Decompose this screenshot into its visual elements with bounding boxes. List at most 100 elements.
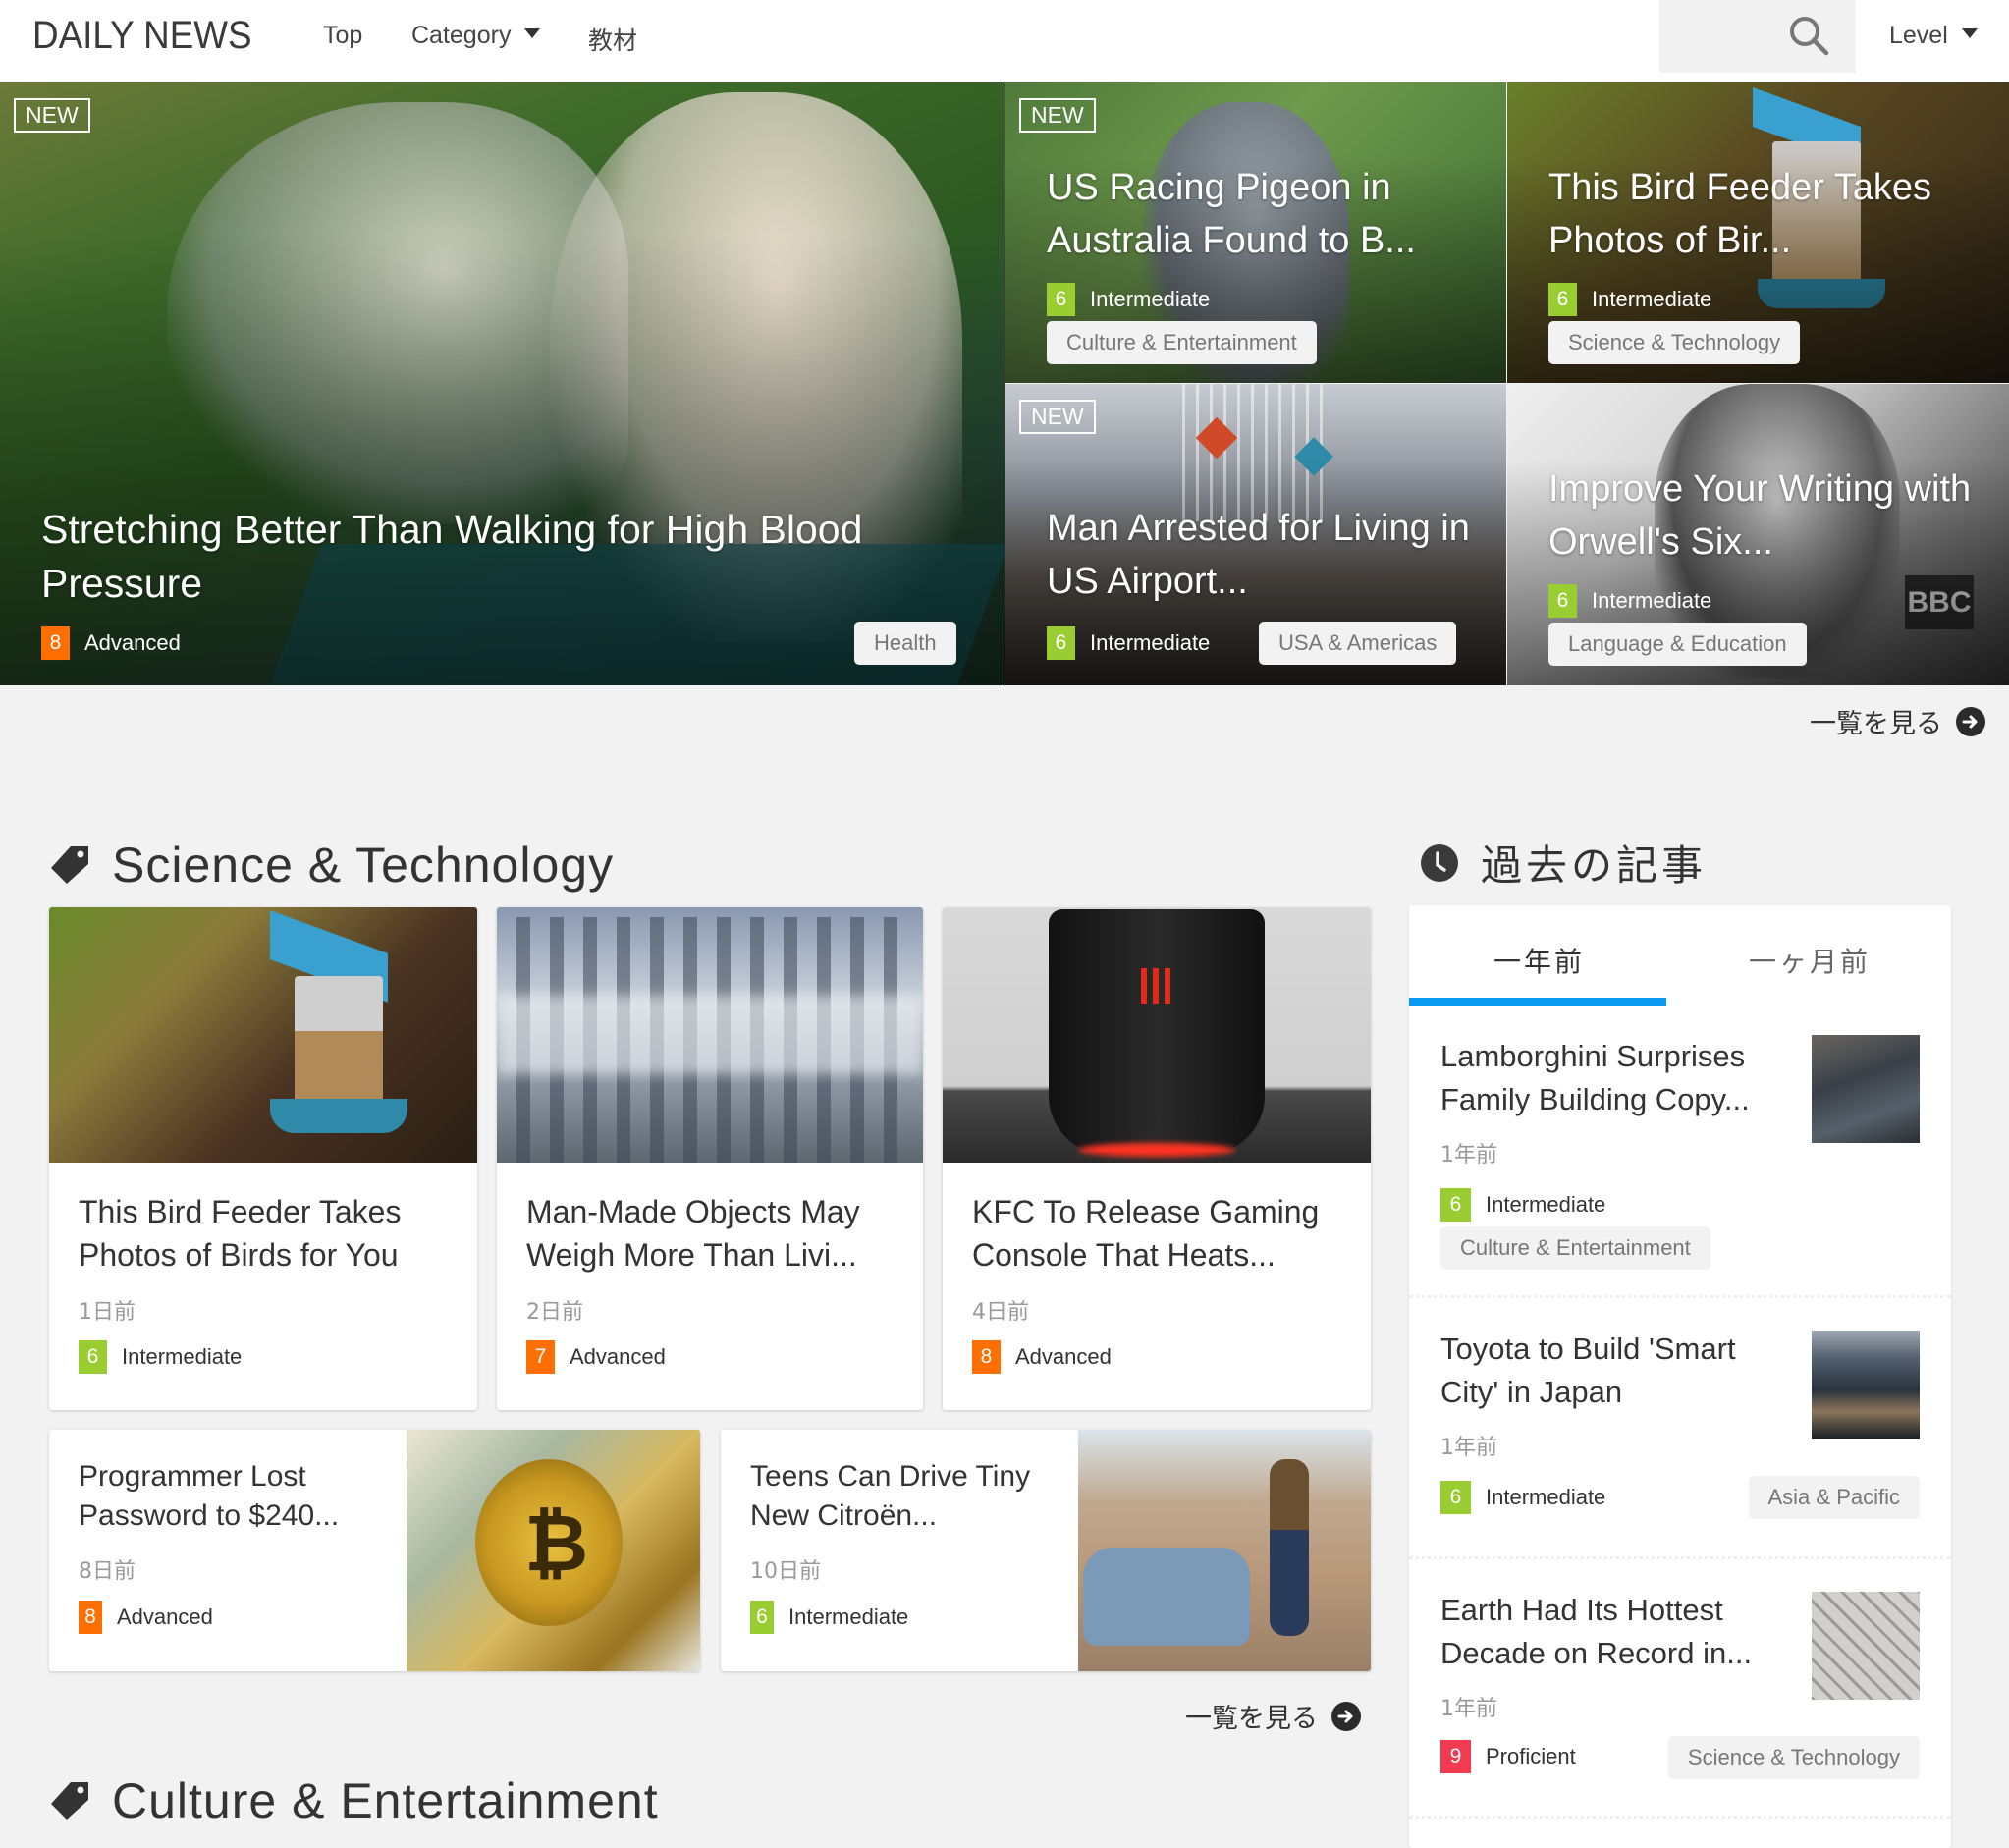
hero-tile-article[interactable]: NEW Man Arrested for Living in US Airpor… (1005, 384, 1506, 685)
article-date: 4日前 (972, 1300, 1029, 1325)
tile-title[interactable]: This Bird Feeder Takes Photos of Bir... (1548, 161, 1990, 267)
article-title[interactable]: Programmer Lost Password to $240... (79, 1457, 373, 1536)
level-indicator: 6 Intermediate (79, 1340, 242, 1374)
level-number: 6 (1440, 1481, 1471, 1514)
article-date: 8日前 (79, 1559, 136, 1584)
article-thumbnail (497, 907, 923, 1163)
past-article-thumbnail (1812, 1592, 1920, 1700)
article-thumbnail: ₿ (407, 1430, 700, 1671)
level-number: 6 (1047, 626, 1075, 660)
new-badge: NEW (1019, 400, 1096, 434)
tab-one-year-ago[interactable]: 一年前 (1493, 941, 1585, 980)
level-indicator: 6 Intermediate (1047, 626, 1210, 660)
level-label: Advanced (84, 630, 181, 655)
category-chip[interactable]: Culture & Entertainment (1440, 1226, 1710, 1270)
tile-title[interactable]: Improve Your Writing with Orwell's Six..… (1548, 462, 2000, 569)
past-article-item[interactable]: Lamborghini Surprises Family Building Co… (1409, 1006, 1951, 1298)
level-label: Intermediate (1592, 588, 1712, 613)
level-number: 7 (526, 1340, 555, 1374)
past-article-title[interactable]: Earth Had Its Hottest Decade on Record i… (1440, 1589, 1794, 1675)
section-heading-label: Culture & Entertainment (112, 1773, 659, 1828)
level-indicator: 9 Proficient (1440, 1740, 1576, 1773)
level-label: Proficient (1486, 1744, 1576, 1768)
article-thumbnail (49, 907, 477, 1163)
level-indicator: 7 Advanced (526, 1340, 666, 1374)
past-article-item[interactable]: Earth Had Its Hottest Decade on Record i… (1409, 1559, 1951, 1819)
article-card-wide[interactable]: Teens Can Drive Tiny New Citroën... 10日前… (721, 1430, 1371, 1671)
tile-title[interactable]: US Racing Pigeon in Australia Found to B… (1047, 161, 1489, 267)
hero-view-all-link[interactable]: 一覧を見る (1810, 702, 1985, 740)
level-number: 8 (972, 1340, 1001, 1374)
tile-title[interactable]: Man Arrested for Living in US Airport... (1047, 502, 1479, 608)
section-heading-science: Science & Technology (49, 837, 614, 894)
article-title[interactable]: This Bird Feeder Takes Photos of Birds f… (79, 1190, 452, 1277)
nav-category-label: Category (411, 22, 512, 49)
hero-main-article[interactable]: NEW Stretching Better Than Walking for H… (0, 82, 1004, 685)
level-label: Intermediate (1090, 287, 1211, 311)
level-indicator: 6 Intermediate (1548, 283, 1711, 316)
level-number: 6 (1440, 1188, 1471, 1222)
level-label: Advanced (570, 1344, 666, 1369)
past-articles-panel: 一年前 一ヶ月前 Lamborghini Surprises Family Bu… (1409, 905, 1951, 1848)
past-article-date: 1年前 (1440, 1143, 1497, 1168)
arrow-right-icon (1331, 1701, 1361, 1731)
thumbnail-detail (1141, 968, 1170, 1004)
hero-tile-article[interactable]: BBC Improve Your Writing with Orwell's S… (1507, 384, 2009, 685)
past-article-date: 1年前 (1440, 1436, 1497, 1460)
article-card[interactable]: Man-Made Objects May Weigh More Than Liv… (497, 907, 923, 1410)
level-label: Intermediate (788, 1604, 909, 1629)
level-number: 6 (750, 1601, 774, 1634)
hero-main-title[interactable]: Stretching Better Than Walking for High … (41, 503, 964, 610)
search-icon[interactable] (1787, 14, 1830, 57)
category-chip[interactable]: Asia & Pacific (1748, 1476, 1920, 1519)
level-indicator: 6 Intermediate (1440, 1481, 1605, 1514)
article-thumbnail (943, 907, 1371, 1163)
level-indicator: 6 Intermediate (1047, 283, 1210, 316)
level-label: Intermediate (1486, 1192, 1606, 1217)
level-label: Intermediate (1486, 1485, 1606, 1509)
new-badge: NEW (14, 98, 90, 133)
level-label: Advanced (117, 1604, 213, 1629)
category-chip[interactable]: Language & Education (1548, 623, 1807, 666)
level-indicator: 6 Intermediate (1440, 1188, 1605, 1222)
past-article-title[interactable]: Toyota to Build 'Smart City' in Japan (1440, 1328, 1794, 1414)
article-card[interactable]: KFC To Release Gaming Console That Heats… (943, 907, 1371, 1410)
past-article-item[interactable]: Toyota to Build 'Smart City' in Japan 1年… (1409, 1298, 1951, 1559)
site-logo[interactable]: DAILY NEWS (32, 14, 252, 58)
nav-materials[interactable]: 教材 (588, 22, 637, 57)
article-date: 1日前 (79, 1300, 136, 1325)
hero-grid: NEW Stretching Better Than Walking for H… (0, 82, 2009, 685)
science-view-all-link[interactable]: 一覧を見る (1185, 1697, 1361, 1735)
level-label: Intermediate (122, 1344, 243, 1369)
article-title[interactable]: Teens Can Drive Tiny New Citroën... (750, 1457, 1055, 1536)
view-all-label: 一覧を見る (1185, 1704, 1318, 1734)
search-input[interactable] (1659, 0, 1856, 73)
nav-top[interactable]: Top (323, 22, 362, 50)
level-number: 9 (1440, 1740, 1471, 1773)
thumbnail-detail (1270, 1459, 1309, 1636)
article-card[interactable]: This Bird Feeder Takes Photos of Birds f… (49, 907, 477, 1410)
category-chip[interactable]: Science & Technology (1548, 321, 1801, 364)
hero-tile-article[interactable]: This Bird Feeder Takes Photos of Bir... … (1507, 82, 2009, 383)
category-chip[interactable]: Science & Technology (1667, 1736, 1920, 1779)
category-chip[interactable]: USA & Americas (1259, 622, 1457, 665)
category-chip[interactable]: Health (854, 622, 956, 665)
article-card-wide[interactable]: ₿ Programmer Lost Password to $240... 8日… (49, 1430, 700, 1671)
article-title[interactable]: Man-Made Objects May Weigh More Than Liv… (526, 1190, 897, 1277)
level-number: 6 (1047, 283, 1075, 316)
thumbnail-detail (1083, 1548, 1250, 1646)
article-title[interactable]: KFC To Release Gaming Console That Heats… (972, 1190, 1345, 1277)
past-article-title[interactable]: Lamborghini Surprises Family Building Co… (1440, 1035, 1794, 1121)
caret-down-icon (1961, 28, 1978, 39)
active-tab-indicator (1409, 998, 1666, 1006)
level-dropdown[interactable]: Level (1889, 22, 1978, 50)
arrow-right-icon (1956, 706, 1985, 736)
hero-tile-article[interactable]: NEW US Racing Pigeon in Australia Found … (1005, 82, 1506, 383)
level-number: 6 (79, 1340, 107, 1374)
category-chip[interactable]: Culture & Entertainment (1047, 321, 1317, 364)
sidebar-heading: 過去の記事 (1420, 833, 1707, 893)
article-date: 10日前 (750, 1559, 821, 1584)
tab-one-month-ago[interactable]: 一ヶ月前 (1749, 941, 1871, 980)
level-label: Intermediate (1592, 287, 1712, 311)
nav-category[interactable]: Category (411, 22, 541, 50)
